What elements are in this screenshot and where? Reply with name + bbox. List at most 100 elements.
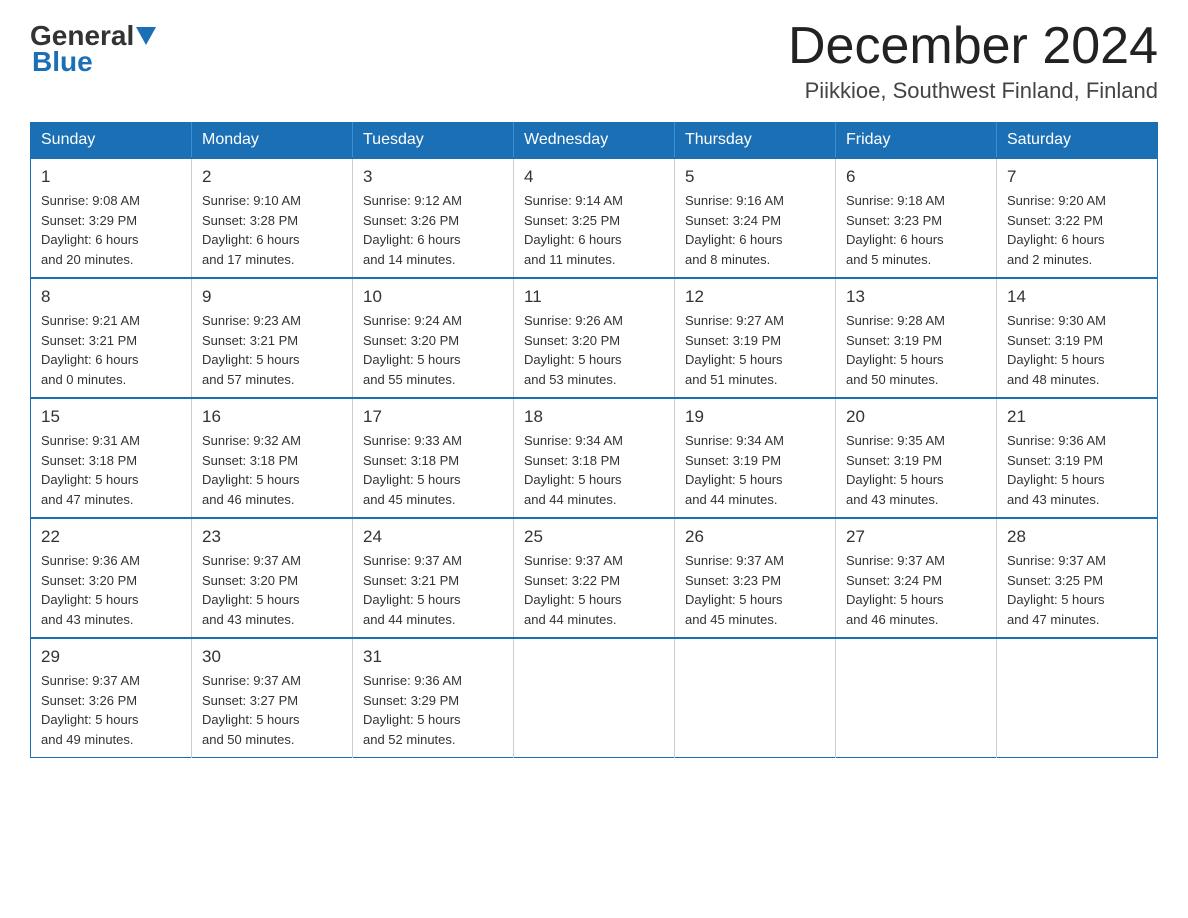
day-sun-info: Sunrise: 9:37 AM Sunset: 3:26 PM Dayligh… [41, 671, 181, 749]
logo: General Blue [30, 20, 158, 78]
day-number: 26 [685, 527, 825, 547]
calendar-day-cell [514, 638, 675, 758]
day-number: 30 [202, 647, 342, 667]
calendar-day-cell: 3 Sunrise: 9:12 AM Sunset: 3:26 PM Daylig… [353, 158, 514, 278]
day-number: 25 [524, 527, 664, 547]
calendar-day-cell: 5 Sunrise: 9:16 AM Sunset: 3:24 PM Daylig… [675, 158, 836, 278]
day-sun-info: Sunrise: 9:36 AM Sunset: 3:20 PM Dayligh… [41, 551, 181, 629]
calendar-day-cell: 26Sunrise: 9:37 AM Sunset: 3:23 PM Dayli… [675, 518, 836, 638]
title-area: December 2024 Piikkioe, Southwest Finlan… [788, 20, 1158, 104]
calendar-day-cell: 19 Sunrise: 9:34 AM Sunset: 3:19 PM Dayli… [675, 398, 836, 518]
calendar-day-cell: 29Sunrise: 9:37 AM Sunset: 3:26 PM Dayli… [31, 638, 192, 758]
day-sun-info: Sunrise: 9:36 AM Sunset: 3:19 PM Dayligh… [1007, 431, 1147, 509]
calendar-day-cell: 27Sunrise: 9:37 AM Sunset: 3:24 PM Dayli… [836, 518, 997, 638]
day-number: 21 [1007, 407, 1147, 427]
weekday-header-monday: Monday [192, 123, 353, 159]
day-number: 23 [202, 527, 342, 547]
day-sun-info: Sunrise: 9:26 AM Sunset: 3:20 PM Dayligh… [524, 311, 664, 389]
day-sun-info: Sunrise: 9:37 AM Sunset: 3:20 PM Dayligh… [202, 551, 342, 629]
calendar-day-cell: 16Sunrise: 9:32 AM Sunset: 3:18 PM Dayli… [192, 398, 353, 518]
day-sun-info: Sunrise: 9:20 AM Sunset: 3:22 PM Dayligh… [1007, 191, 1147, 269]
calendar-day-cell: 30 Sunrise: 9:37 AM Sunset: 3:27 PM Dayli… [192, 638, 353, 758]
day-number: 15 [41, 407, 181, 427]
day-number: 1 [41, 167, 181, 187]
weekday-header-friday: Friday [836, 123, 997, 159]
logo-triangle-icon [136, 27, 156, 45]
day-number: 5 [685, 167, 825, 187]
day-sun-info: Sunrise: 9:35 AM Sunset: 3:19 PM Dayligh… [846, 431, 986, 509]
calendar-day-cell: 15Sunrise: 9:31 AM Sunset: 3:18 PM Dayli… [31, 398, 192, 518]
day-number: 10 [363, 287, 503, 307]
calendar-day-cell [836, 638, 997, 758]
calendar-day-cell: 17 Sunrise: 9:33 AM Sunset: 3:18 PM Dayli… [353, 398, 514, 518]
weekday-header-sunday: Sunday [31, 123, 192, 159]
day-sun-info: Sunrise: 9:37 AM Sunset: 3:21 PM Dayligh… [363, 551, 503, 629]
calendar-day-cell: 23 Sunrise: 9:37 AM Sunset: 3:20 PM Dayli… [192, 518, 353, 638]
day-number: 8 [41, 287, 181, 307]
day-number: 13 [846, 287, 986, 307]
day-sun-info: Sunrise: 9:30 AM Sunset: 3:19 PM Dayligh… [1007, 311, 1147, 389]
calendar-table: SundayMondayTuesdayWednesdayThursdayFrid… [30, 122, 1158, 758]
day-number: 3 [363, 167, 503, 187]
calendar-day-cell: 8Sunrise: 9:21 AM Sunset: 3:21 PM Daylig… [31, 278, 192, 398]
day-sun-info: Sunrise: 9:27 AM Sunset: 3:19 PM Dayligh… [685, 311, 825, 389]
day-number: 6 [846, 167, 986, 187]
calendar-header: SundayMondayTuesdayWednesdayThursdayFrid… [31, 123, 1158, 159]
day-number: 22 [41, 527, 181, 547]
day-number: 31 [363, 647, 503, 667]
weekday-header-wednesday: Wednesday [514, 123, 675, 159]
calendar-day-cell: 14 Sunrise: 9:30 AM Sunset: 3:19 PM Dayli… [997, 278, 1158, 398]
weekday-header-saturday: Saturday [997, 123, 1158, 159]
day-sun-info: Sunrise: 9:16 AM Sunset: 3:24 PM Dayligh… [685, 191, 825, 269]
calendar-week-row: 29Sunrise: 9:37 AM Sunset: 3:26 PM Dayli… [31, 638, 1158, 758]
calendar-day-cell: 6 Sunrise: 9:18 AM Sunset: 3:23 PM Daylig… [836, 158, 997, 278]
day-sun-info: Sunrise: 9:37 AM Sunset: 3:22 PM Dayligh… [524, 551, 664, 629]
calendar-week-row: 22 Sunrise: 9:36 AM Sunset: 3:20 PM Dayli… [31, 518, 1158, 638]
day-number: 16 [202, 407, 342, 427]
day-number: 27 [846, 527, 986, 547]
calendar-day-cell: 22 Sunrise: 9:36 AM Sunset: 3:20 PM Dayli… [31, 518, 192, 638]
calendar-day-cell: 1 Sunrise: 9:08 AM Sunset: 3:29 PM Daylig… [31, 158, 192, 278]
day-number: 17 [363, 407, 503, 427]
day-sun-info: Sunrise: 9:34 AM Sunset: 3:18 PM Dayligh… [524, 431, 664, 509]
day-number: 19 [685, 407, 825, 427]
day-number: 4 [524, 167, 664, 187]
calendar-day-cell [675, 638, 836, 758]
page-header: General Blue December 2024 Piikkioe, Sou… [30, 20, 1158, 104]
calendar-day-cell: 12Sunrise: 9:27 AM Sunset: 3:19 PM Dayli… [675, 278, 836, 398]
calendar-day-cell: 4 Sunrise: 9:14 AM Sunset: 3:25 PM Daylig… [514, 158, 675, 278]
calendar-day-cell: 10 Sunrise: 9:24 AM Sunset: 3:20 PM Dayli… [353, 278, 514, 398]
calendar-day-cell: 28 Sunrise: 9:37 AM Sunset: 3:25 PM Dayli… [997, 518, 1158, 638]
calendar-day-cell: 25 Sunrise: 9:37 AM Sunset: 3:22 PM Dayli… [514, 518, 675, 638]
calendar-day-cell: 2Sunrise: 9:10 AM Sunset: 3:28 PM Daylig… [192, 158, 353, 278]
day-sun-info: Sunrise: 9:12 AM Sunset: 3:26 PM Dayligh… [363, 191, 503, 269]
calendar-day-cell: 7Sunrise: 9:20 AM Sunset: 3:22 PM Daylig… [997, 158, 1158, 278]
calendar-day-cell: 13 Sunrise: 9:28 AM Sunset: 3:19 PM Dayli… [836, 278, 997, 398]
day-number: 24 [363, 527, 503, 547]
calendar-week-row: 15Sunrise: 9:31 AM Sunset: 3:18 PM Dayli… [31, 398, 1158, 518]
day-sun-info: Sunrise: 9:23 AM Sunset: 3:21 PM Dayligh… [202, 311, 342, 389]
day-number: 28 [1007, 527, 1147, 547]
day-sun-info: Sunrise: 9:34 AM Sunset: 3:19 PM Dayligh… [685, 431, 825, 509]
month-title: December 2024 [788, 20, 1158, 72]
calendar-body: 1 Sunrise: 9:08 AM Sunset: 3:29 PM Daylig… [31, 158, 1158, 758]
weekday-header-row: SundayMondayTuesdayWednesdayThursdayFrid… [31, 123, 1158, 159]
calendar-day-cell: 18 Sunrise: 9:34 AM Sunset: 3:18 PM Dayli… [514, 398, 675, 518]
day-sun-info: Sunrise: 9:33 AM Sunset: 3:18 PM Dayligh… [363, 431, 503, 509]
day-sun-info: Sunrise: 9:18 AM Sunset: 3:23 PM Dayligh… [846, 191, 986, 269]
calendar-day-cell [997, 638, 1158, 758]
weekday-header-thursday: Thursday [675, 123, 836, 159]
day-sun-info: Sunrise: 9:37 AM Sunset: 3:27 PM Dayligh… [202, 671, 342, 749]
calendar-week-row: 8Sunrise: 9:21 AM Sunset: 3:21 PM Daylig… [31, 278, 1158, 398]
day-number: 14 [1007, 287, 1147, 307]
day-sun-info: Sunrise: 9:28 AM Sunset: 3:19 PM Dayligh… [846, 311, 986, 389]
logo-blue-text: Blue [30, 46, 93, 78]
day-number: 18 [524, 407, 664, 427]
day-sun-info: Sunrise: 9:37 AM Sunset: 3:25 PM Dayligh… [1007, 551, 1147, 629]
day-sun-info: Sunrise: 9:24 AM Sunset: 3:20 PM Dayligh… [363, 311, 503, 389]
day-sun-info: Sunrise: 9:14 AM Sunset: 3:25 PM Dayligh… [524, 191, 664, 269]
day-number: 11 [524, 287, 664, 307]
day-number: 2 [202, 167, 342, 187]
day-sun-info: Sunrise: 9:08 AM Sunset: 3:29 PM Dayligh… [41, 191, 181, 269]
calendar-week-row: 1 Sunrise: 9:08 AM Sunset: 3:29 PM Daylig… [31, 158, 1158, 278]
